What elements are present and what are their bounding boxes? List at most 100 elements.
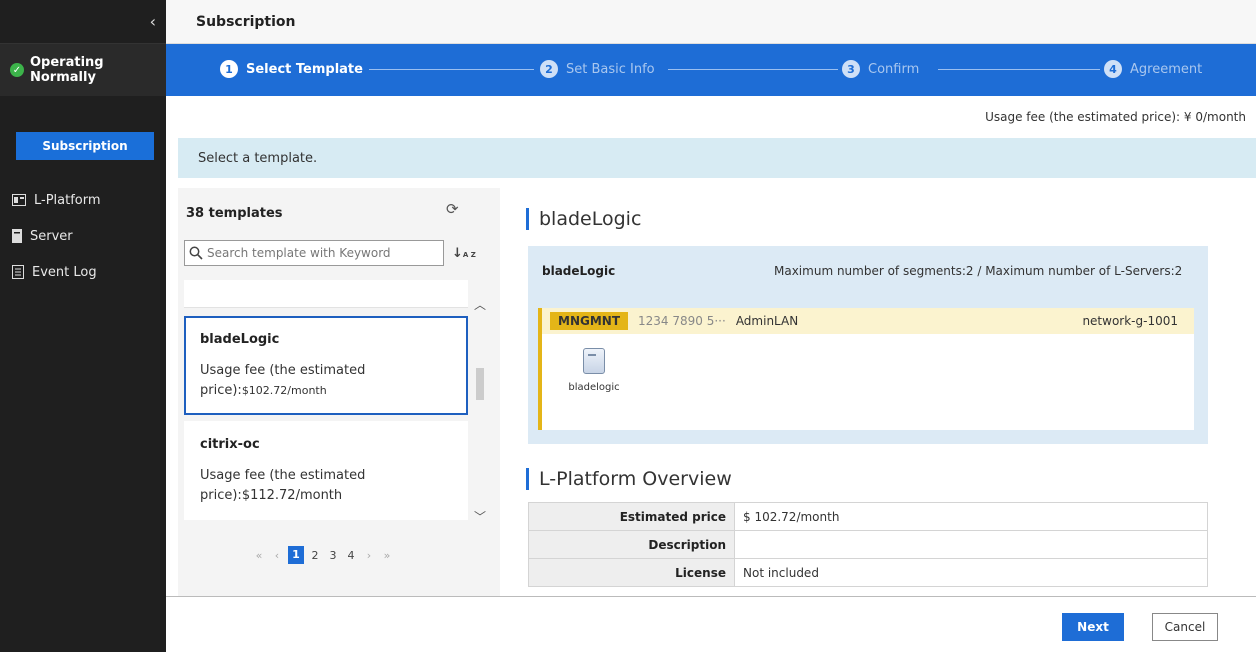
status-label: Operating Normally [30,55,104,85]
table-value [734,530,1208,559]
wizard-stepper: 1 Select Template 2 Set Basic Info 3 Con… [166,44,1256,96]
table-key: Description [528,530,735,559]
step-connector [668,69,838,70]
page-button-4[interactable]: 4 [344,549,358,562]
server-icon [12,229,22,243]
pagination: « ‹ 1 2 3 4 › » [252,546,394,564]
sidebar-item-label: L-Platform [34,192,101,208]
cancel-button[interactable]: Cancel [1152,613,1218,641]
segment-tag: MNGMNT [550,312,629,330]
event-log-icon [12,265,24,279]
main-content: Subscription 1 Select Template 2 Set Bas… [166,0,1256,652]
template-fee: Usage fee (the estimated price):$112.72/… [200,466,452,506]
prev-page-button[interactable]: ‹ [270,549,284,562]
template-card-citrix-oc[interactable]: citrix-oc Usage fee (the estimated price… [184,421,468,520]
sidebar-item-server[interactable]: Server [0,218,166,254]
step-number: 1 [220,60,238,78]
step-number: 4 [1104,60,1122,78]
step-connector [938,69,1100,70]
step-number: 2 [540,60,558,78]
step-label: Set Basic Info [566,61,655,77]
template-fee-price: $102.72/month [241,384,327,397]
usage-fee-total: Usage fee (the estimated price): ¥ 0/mon… [985,110,1246,124]
page-button-2[interactable]: 2 [308,549,322,562]
overview-table: Estimated price $ 102.72/month Descripti… [528,502,1208,587]
sidebar-item-label: Server [30,228,73,244]
server-icon [583,348,605,374]
network-name: bladeLogic [542,264,616,278]
step-set-basic-info: 2 Set Basic Info [540,60,661,78]
detail-title-text: bladeLogic [539,208,642,230]
next-button[interactable]: Next [1062,613,1124,641]
template-card-bladelogic[interactable]: bladeLogic Usage fee (the estimated pric… [184,316,468,415]
sidebar-item-event-log[interactable]: Event Log [0,254,166,290]
detail-title: bladeLogic [526,208,641,230]
segment-header: MNGMNT 1234 7890 5··· AdminLAN network-g… [542,308,1194,334]
step-label: Agreement [1130,61,1203,77]
step-connector [366,69,534,70]
table-key: Estimated price [528,502,735,531]
template-list-scrollbar[interactable]: ︿ ﹀ [472,296,488,528]
sort-az: A Z [462,251,476,259]
first-page-button[interactable]: « [252,549,266,562]
step-confirm: 3 Confirm [842,60,926,78]
title-accent-bar [526,208,529,230]
step-agreement: 4 Agreement [1104,60,1209,78]
check-icon: ✓ [10,63,24,77]
chevron-up-icon[interactable]: ︿ [474,296,486,313]
overview-title: L-Platform Overview [526,468,732,490]
l-platform-icon [12,194,26,206]
sidebar-collapse-button[interactable]: ‹ [0,0,166,44]
sort-icon[interactable]: ↓A Z [452,246,476,261]
chevron-down-icon[interactable]: ﹀ [474,508,486,525]
template-count: 38 templates [186,206,283,221]
network-max-text: Maximum number of segments:2 / Maximum n… [774,264,1183,278]
server-node[interactable]: bladelogic [564,348,624,393]
page-button-1[interactable]: 1 [288,546,304,564]
sort-arrow: ↓ [452,246,463,261]
footer: Next Cancel [166,596,1256,652]
chevron-left-icon: ‹ [149,12,156,31]
table-value: Not included [734,558,1208,587]
segment-network-name: network-g-1001 [1082,314,1178,328]
template-fee: Usage fee (the estimated price):$102.72/… [200,361,452,401]
step-number: 3 [842,60,860,78]
search-input[interactable] [207,246,437,260]
template-fee-price: $112.72/month [241,488,343,503]
table-value: $ 102.72/month [734,502,1208,531]
sidebar: ‹ ✓ Operating Normally Subscription L-Pl… [0,0,166,652]
page-title: Subscription [166,0,1256,44]
title-accent-bar [526,468,529,490]
template-list-panel: 38 templates ⟳ ↓A Z bladeLogic Usage fee… [178,188,500,596]
refresh-icon[interactable]: ⟳ [446,200,459,218]
table-row: Estimated price $ 102.72/month [528,502,1208,531]
last-page-button[interactable]: » [380,549,394,562]
sidebar-nav: L-Platform Server Event Log [0,182,166,290]
table-row: Description [528,530,1208,559]
list-item[interactable] [184,280,468,308]
template-name: citrix-oc [200,437,260,452]
network-config-box: bladeLogic Maximum number of segments:2 … [528,246,1208,444]
segment-admin-lan: AdminLAN [735,314,799,328]
table-row: License Not included [528,558,1208,587]
sidebar-subscription-button[interactable]: Subscription [16,132,154,160]
template-detail-panel: bladeLogic bladeLogic Maximum number of … [512,188,1256,596]
sidebar-item-l-platform[interactable]: L-Platform [0,182,166,218]
next-page-button[interactable]: › [362,549,376,562]
overview-title-text: L-Platform Overview [539,468,732,490]
step-label: Select Template [246,61,363,77]
table-key: License [528,558,735,587]
template-list: bladeLogic Usage fee (the estimated pric… [184,280,468,532]
search-icon [189,246,203,260]
scrollbar-thumb[interactable] [476,368,484,400]
step-label: Confirm [868,61,920,77]
search-box [184,240,444,266]
info-banner: Select a template. [178,138,1256,178]
page-button-3[interactable]: 3 [326,549,340,562]
server-label: bladelogic [568,382,620,393]
step-select-template: 1 Select Template [220,60,369,78]
template-name: bladeLogic [200,332,280,347]
status-indicator: ✓ Operating Normally [0,44,166,96]
segment-box: MNGMNT 1234 7890 5··· AdminLAN network-g… [538,308,1194,430]
segment-numbers: 1234 7890 5··· [638,314,726,328]
